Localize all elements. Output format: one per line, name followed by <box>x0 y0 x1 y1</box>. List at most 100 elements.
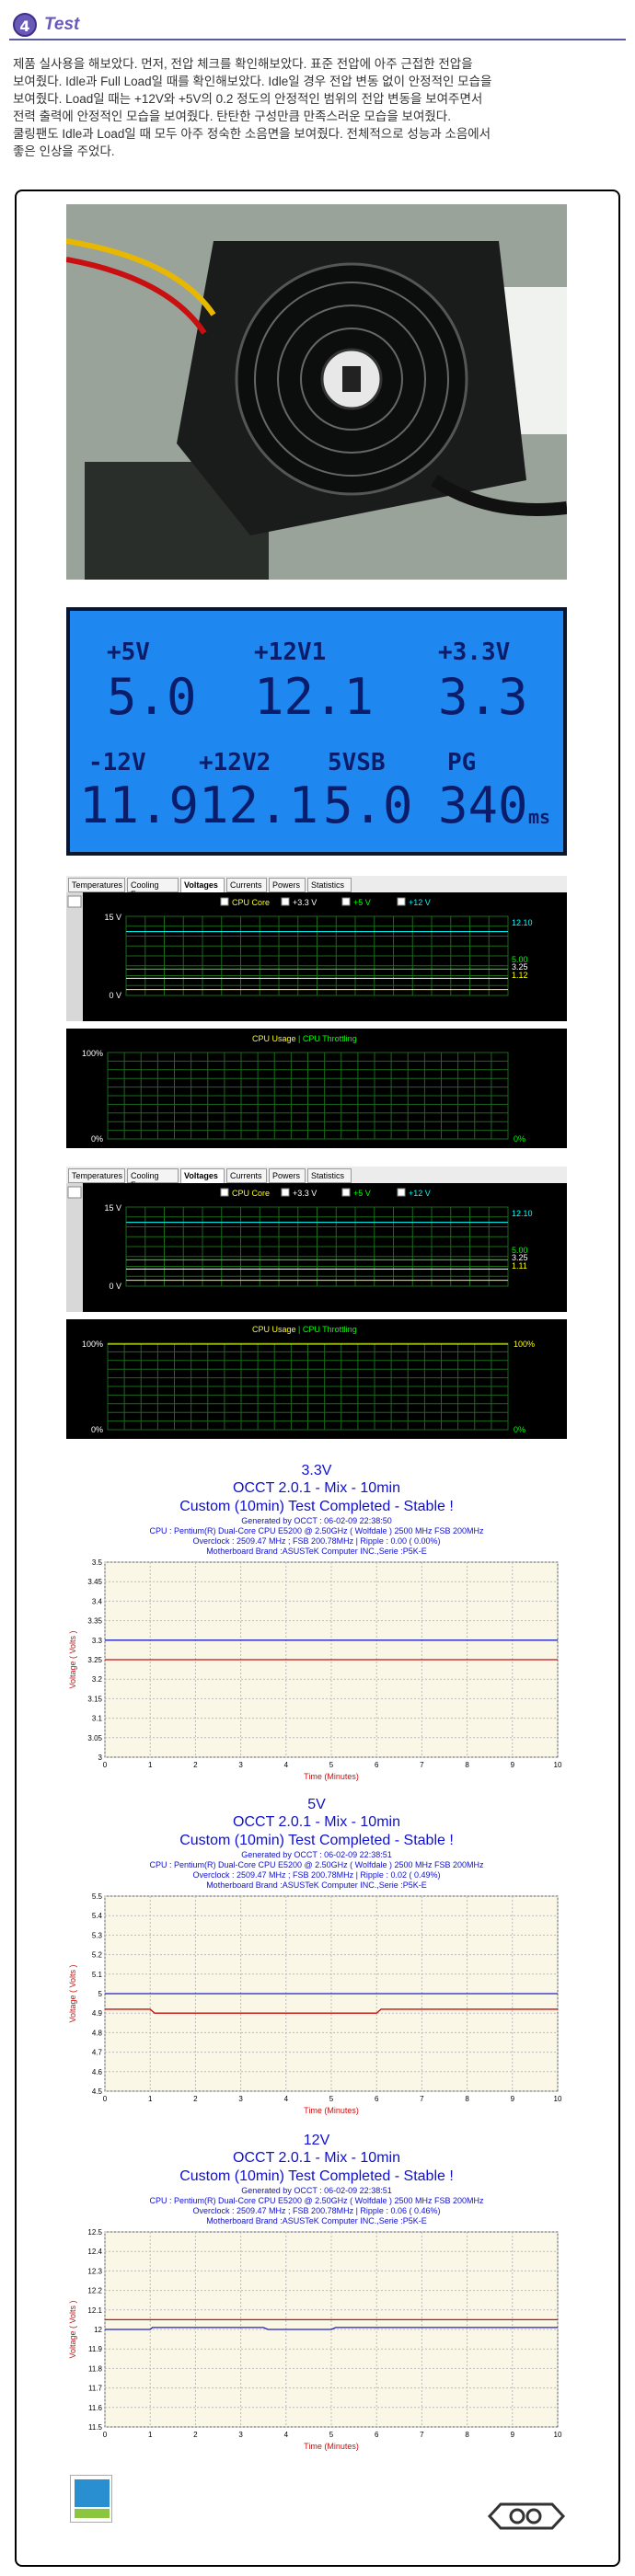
tab-voltages[interactable]: Voltages <box>180 1168 225 1183</box>
graph-heading: Custom (10min) Test Completed - Stable ! <box>179 1833 454 1848</box>
axis-label: 15 V <box>104 1203 121 1213</box>
graph-info: Generated by OCCT : 06-02-09 22:38:50 <box>241 1516 392 1525</box>
lcd-value: 11.9 <box>79 776 200 834</box>
y-tick-label: 3.5 <box>92 1558 103 1567</box>
lcd-value: 3.3 <box>438 668 528 726</box>
voltage-chart-5v: 0 1 2 3 4 5 6 7 8 9 10 4.5 4.6 4.7 4.8 4.9 5 5.1 5.2 5.3 5.4… <box>66 1891 567 2119</box>
tab-statistics[interactable]: Statistics <box>307 1168 352 1183</box>
intro-line: 전력 출력에 안정적인 모습을 보여줬다. 탄탄한 구성만큼 만족스러운 모습을… <box>13 109 451 123</box>
y-tick-label: 4.5 <box>92 2087 103 2096</box>
tab-voltages[interactable]: Voltages <box>180 878 225 892</box>
lcd-label: -12V <box>88 749 146 776</box>
graph-heading: Custom (10min) Test Completed - Stable ! <box>179 1499 454 1514</box>
psu-illustration <box>65 204 568 580</box>
graph-info: Overclock : 2509.47 MHz ; FSB 200.78MHz … <box>192 2206 441 2215</box>
y-tick-label: 5.4 <box>92 1912 103 1920</box>
tab-cooling-fans[interactable]: Cooling Fans <box>127 878 179 899</box>
y-tick-label: 11.8 <box>88 2364 103 2373</box>
legend-label: +5 V <box>353 1189 371 1198</box>
lcd-value: 5.0 <box>323 776 413 834</box>
chart-svg: 0 1 2 3 4 5 6 7 8 9 10 4.5 4.6 4.7 4.8 4.9 5 5.1 5.2 5.3 5.4… <box>68 1892 562 2115</box>
voltage-graph-svg: CPU Core +3.3 V +5 V +12 V15 V0 V12.105.003… <box>66 892 533 1021</box>
tab-currents[interactable]: Currents <box>226 878 267 892</box>
y-tick-label: 5.2 <box>92 1951 103 1960</box>
y-tick-label: 3.35 <box>87 1617 102 1626</box>
y-tick-label: 12.3 <box>87 2267 102 2275</box>
graph-title: 12V <box>303 2133 330 2148</box>
axis-label: 15 V <box>104 913 121 922</box>
section-number-badge: 4 <box>13 13 37 37</box>
x-axis-title: Time (Minutes) <box>304 2442 359 2451</box>
graph-info: Motherboard Brand :ASUSTeK Computer INC.… <box>206 2216 427 2225</box>
graph-info: Generated by OCCT : 06-02-09 22:38:51 <box>241 2186 392 2195</box>
lcd-label: PG <box>447 749 477 776</box>
tab-currents[interactable]: Currents <box>226 1168 267 1183</box>
x-tick-label: 3 <box>238 2095 243 2103</box>
graph-info: Generated by OCCT : 06-02-09 22:38:51 <box>241 1850 392 1859</box>
y-tick-label: 5.1 <box>92 1971 103 1979</box>
graph-info: Motherboard Brand :ASUSTeK Computer INC.… <box>206 1547 427 1556</box>
y-tick-label: 3 <box>98 1754 103 1762</box>
y-tick-label: 3.2 <box>92 1675 103 1684</box>
hec-logo-mark <box>75 2479 110 2518</box>
voltage-reading: 12.10 <box>512 1209 533 1218</box>
y-tick-label: 11.7 <box>88 2385 103 2393</box>
graph-info: Motherboard Brand :ASUSTeK Computer INC.… <box>206 1880 427 1890</box>
lcd-value: 12.1 <box>199 776 319 834</box>
y-tick-label: 5.5 <box>92 1892 103 1901</box>
y-tick-label: 3.1 <box>92 1715 103 1723</box>
legend-checkbox <box>397 897 406 906</box>
voltage-reading: 12.10 <box>512 918 533 927</box>
tab-temperatures[interactable]: Temperatures <box>68 1168 125 1183</box>
axis-label: 0 V <box>109 991 121 1000</box>
y-tick-label: 3.05 <box>87 1734 102 1742</box>
axis-label: 100% <box>82 1340 103 1349</box>
y-tick-label: 4.8 <box>92 2029 103 2037</box>
x-tick-label: 1 <box>148 1761 153 1769</box>
voltage-tester-lcd: +5V +12V1 +3.3V 5.0 12.1 3.3 -12V +12V2 … <box>66 607 567 856</box>
graph-title: 3.3V <box>301 1463 332 1478</box>
legend-checkbox <box>341 1188 351 1197</box>
y-tick-label: 11.9 <box>88 2345 103 2353</box>
x-tick-label: 4 <box>284 1761 289 1769</box>
y-tick-label: 3.3 <box>92 1637 103 1645</box>
x-tick-label: 7 <box>420 1761 424 1769</box>
tab-temperatures[interactable]: Temperatures <box>68 878 125 892</box>
lcd-value: 12.1 <box>254 668 375 726</box>
y-tick-label: 5.3 <box>92 1931 103 1939</box>
scroll-track <box>66 1183 83 1312</box>
occt-graph-header: 3.3V OCCT 2.0.1 - Mix - 10min Custom (10… <box>66 1463 567 1557</box>
tab-cooling-fans[interactable]: Cooling Fans <box>127 1168 179 1190</box>
graph-info: Overclock : 2509.47 MHz ; FSB 200.78MHz … <box>192 1870 441 1880</box>
usage-reading: 0% <box>514 1134 525 1144</box>
graph-heading: OCCT 2.0.1 - Mix - 10min <box>233 2150 400 2166</box>
intro-line: 좋은 인상을 주었다. <box>13 144 115 158</box>
y-tick-label: 4.7 <box>92 2049 103 2057</box>
voltage-reading: 1.11 <box>512 1261 527 1271</box>
x-tick-label: 5 <box>329 2095 334 2103</box>
x-tick-label: 9 <box>511 2431 515 2439</box>
tab-powers[interactable]: Powers <box>269 1168 306 1183</box>
tab-statistics[interactable]: Statistics <box>307 878 352 892</box>
x-tick-label: 0 <box>103 2431 108 2439</box>
legend-label: +12 V <box>409 1189 431 1198</box>
y-tick-label: 4.9 <box>92 2009 103 2018</box>
usage-reading: 100% <box>514 1340 535 1349</box>
x-tick-label: 10 <box>554 1761 562 1769</box>
legend-checkbox <box>397 1188 406 1197</box>
x-axis-title: Time (Minutes) <box>304 2106 359 2115</box>
chart-svg: 0 1 2 3 4 5 6 7 8 9 10 3 3.05 3.1 3.15 3.2 3.25 3.3 3.35 3.… <box>68 1558 562 1781</box>
y-tick-label: 3.25 <box>87 1656 102 1664</box>
x-tick-label: 4 <box>284 2431 289 2439</box>
tab-powers[interactable]: Powers <box>269 878 306 892</box>
graph-info: CPU : Pentium(R) Dual-Core CPU E5200 @ 2… <box>149 1860 484 1869</box>
y-tick-label: 12.4 <box>87 2248 102 2256</box>
hec-logo <box>70 2475 112 2523</box>
axis-label: 0% <box>91 1425 103 1434</box>
axis-label: 0 V <box>109 1282 121 1291</box>
voltage-chart-12v: 0 1 2 3 4 5 6 7 8 9 10 11.5 11.6 11.7 11.8 11.9 12 12.1 12… <box>66 2226 567 2455</box>
usage-reading: 0% <box>514 1425 525 1434</box>
y-tick-label: 12.1 <box>87 2306 102 2315</box>
legend-checkbox <box>341 897 351 906</box>
occt-graph-header: 12V OCCT 2.0.1 - Mix - 10min Custom (10m… <box>66 2133 567 2226</box>
